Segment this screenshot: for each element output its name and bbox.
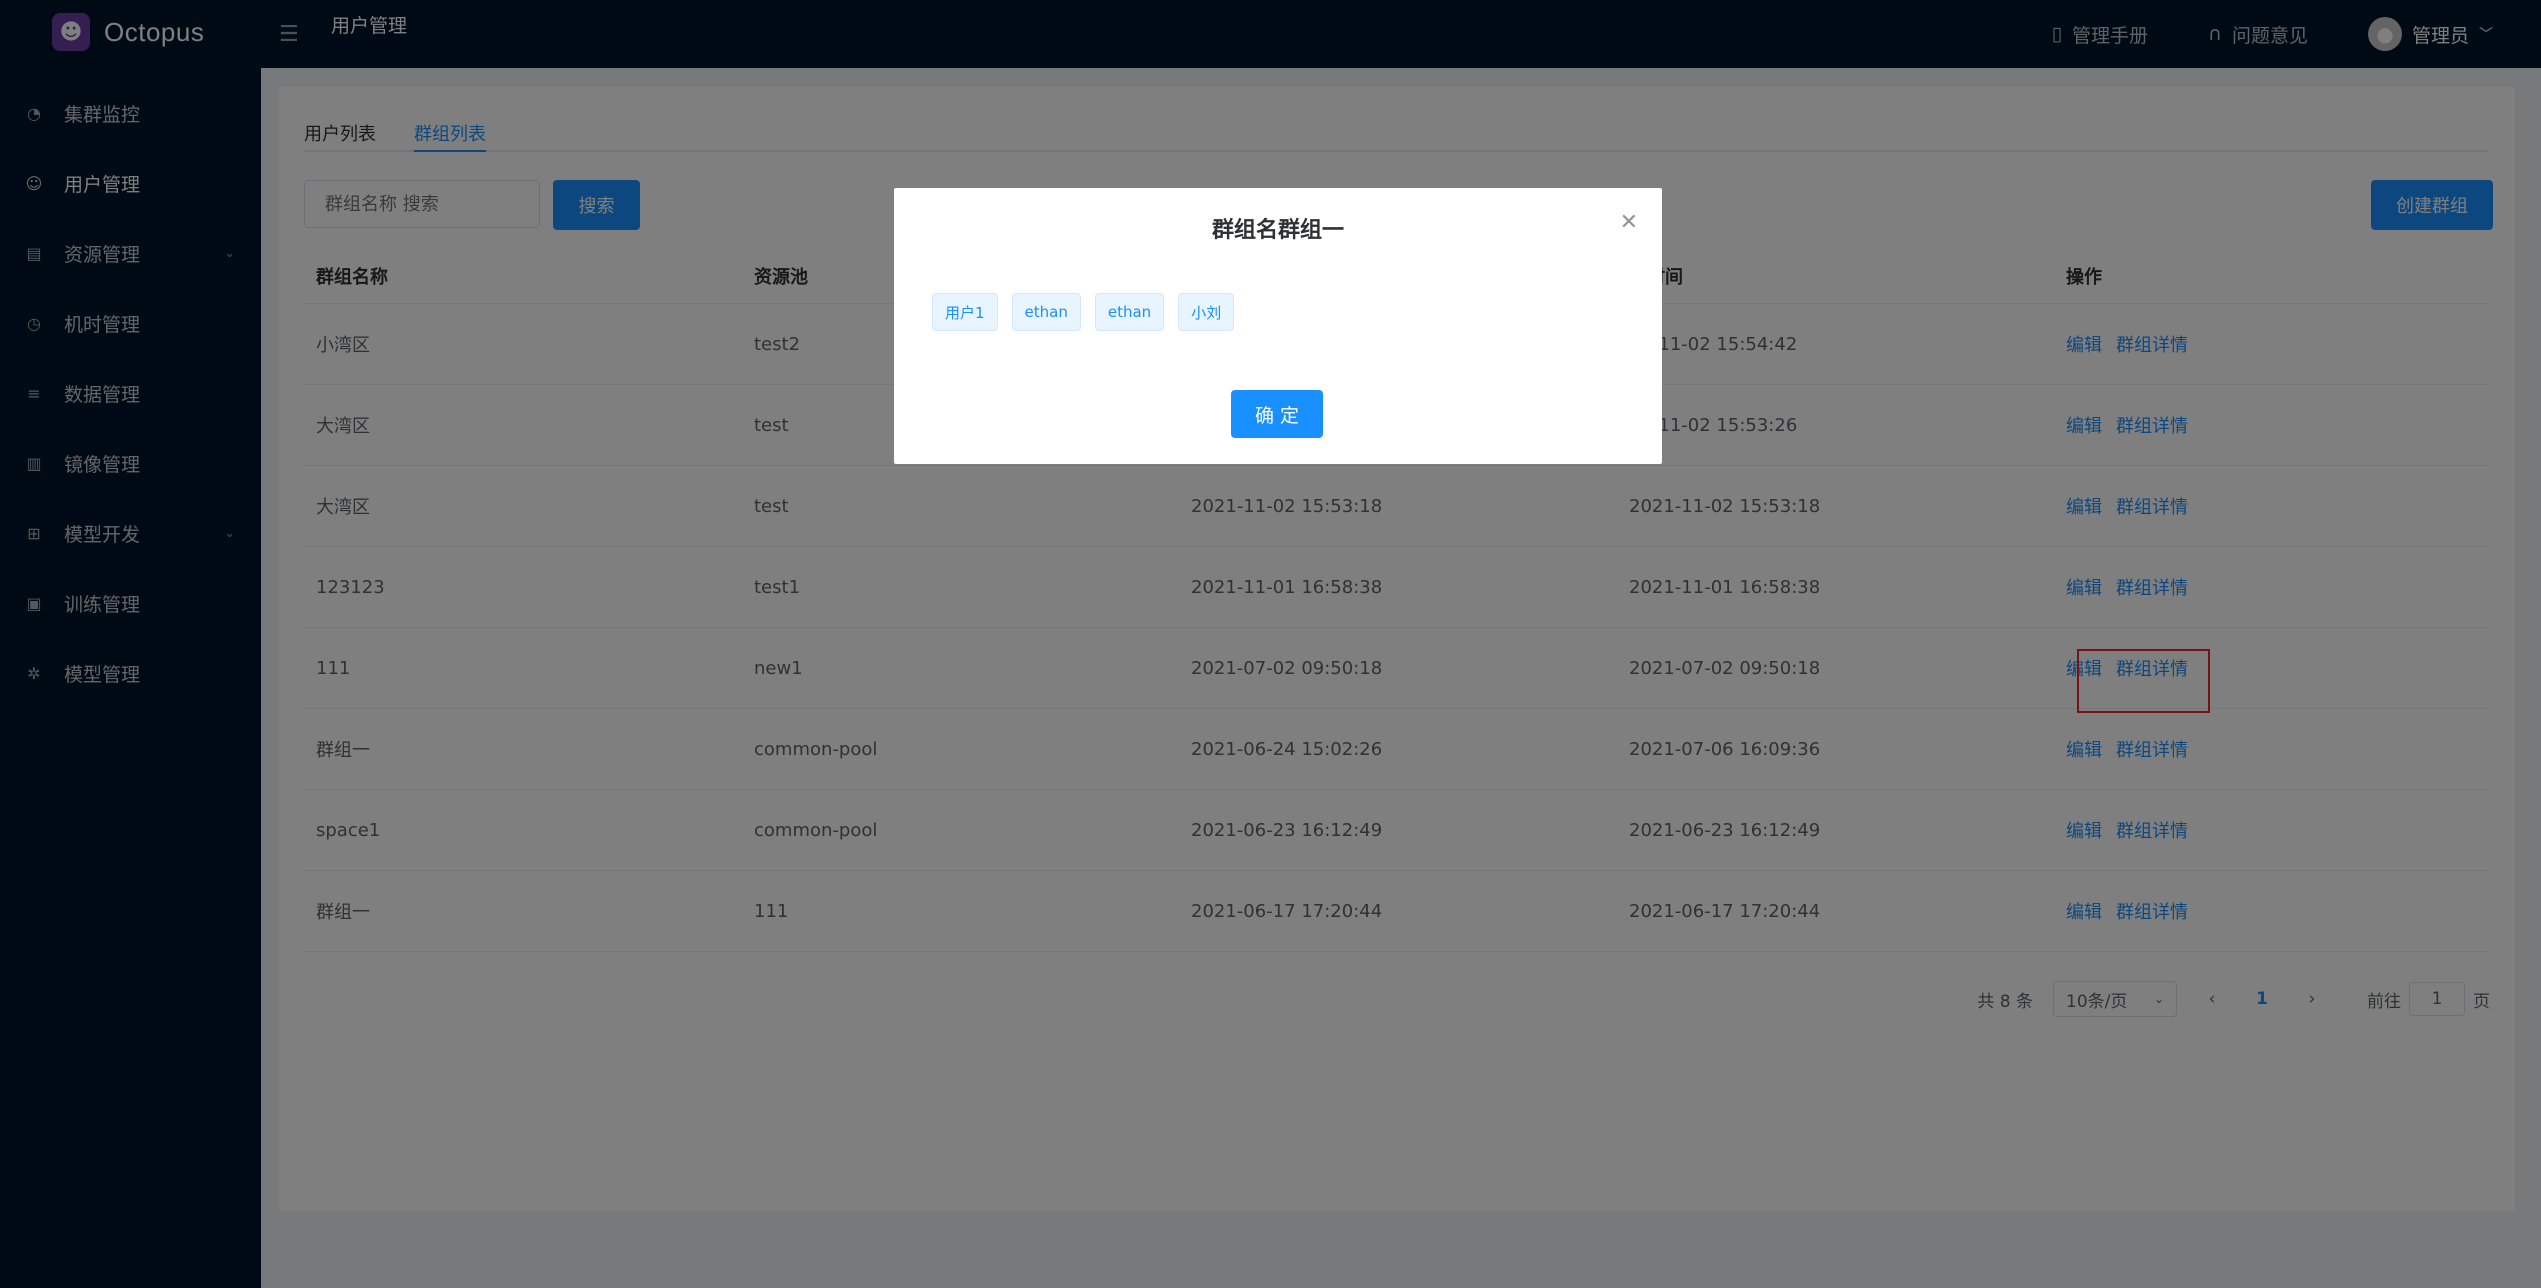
dialog-title: 群组名群组一 (1211, 218, 1344, 243)
member-tag: ethan (1094, 293, 1165, 331)
member-tag: 用户1 (932, 293, 998, 331)
group-detail-dialog: 群组名群组一 ✕ 用户1 ethan ethan 小刘 确 定 (894, 188, 1662, 464)
member-tag: 小刘 (1178, 293, 1235, 331)
member-tags: 用户1 ethan ethan 小刘 (932, 293, 1235, 331)
confirm-button[interactable]: 确 定 (1231, 390, 1323, 438)
close-icon[interactable]: ✕ (1620, 210, 1638, 235)
member-tag: ethan (1011, 293, 1081, 331)
